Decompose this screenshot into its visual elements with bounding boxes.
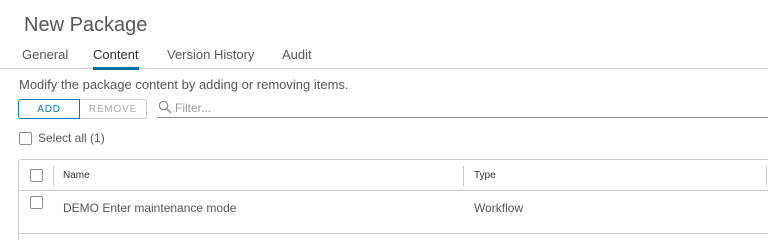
page-title: New Package: [24, 14, 148, 36]
column-header-type[interactable]: Type: [474, 170, 496, 181]
remove-button[interactable]: REMOVE: [80, 99, 147, 119]
tab-version-history[interactable]: Version History: [167, 47, 254, 67]
filter-field: [157, 99, 768, 118]
row-type-cell: Workflow: [474, 201, 524, 215]
grid-header: Name Type: [19, 160, 768, 191]
row-select-checkbox[interactable]: [30, 196, 43, 209]
table-row[interactable]: DEMO Enter maintenance mode Workflow: [19, 192, 768, 234]
tab-bar: General Content Version History Audit: [0, 44, 768, 70]
select-all-control[interactable]: Select all (1): [19, 131, 105, 145]
select-all-label: Select all (1): [38, 131, 105, 145]
column-header-name[interactable]: Name: [63, 170, 90, 181]
tab-content[interactable]: Content: [93, 47, 139, 70]
header-select-checkbox[interactable]: [30, 169, 43, 182]
add-button[interactable]: ADD: [18, 99, 80, 119]
content-description: Modify the package content by adding or …: [19, 77, 349, 92]
filter-input[interactable]: [175, 99, 755, 116]
row-name-cell: DEMO Enter maintenance mode: [63, 201, 237, 215]
column-separator[interactable]: [463, 166, 464, 186]
search-icon: [158, 100, 172, 114]
column-separator: [53, 166, 54, 186]
add-remove-button-group: ADD REMOVE: [18, 99, 147, 119]
content-grid: Name Type DEMO Enter maintenance mode Wo…: [18, 159, 768, 240]
tab-general[interactable]: General: [22, 47, 68, 67]
column-separator[interactable]: [766, 166, 767, 186]
select-all-checkbox[interactable]: [19, 131, 32, 145]
tab-audit[interactable]: Audit: [282, 47, 312, 67]
